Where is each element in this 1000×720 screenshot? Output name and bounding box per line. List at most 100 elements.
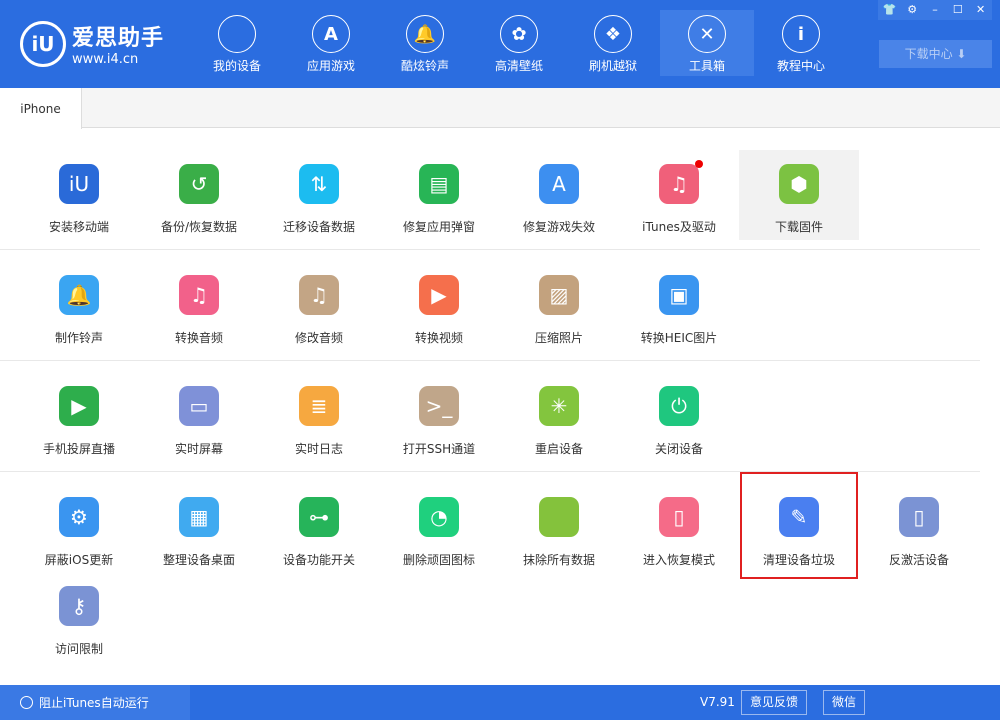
flower-icon: ✿ [500, 15, 538, 53]
tool-label: 转换音频 [174, 331, 223, 345]
tool-item[interactable]: ⚙ 屏蔽iOS更新 [19, 483, 139, 573]
tool-label: 修复应用弹窗 [402, 220, 475, 234]
nav-info[interactable]: i 教程中心 [754, 10, 848, 76]
tool-label: 进入恢复模式 [642, 553, 715, 567]
tool-icon: ♫ [299, 275, 339, 315]
tool-label: 实时屏幕 [174, 442, 223, 456]
tool-icon: ✳ [539, 386, 579, 426]
info-icon: i [782, 15, 820, 53]
tool-item[interactable]: ♫ 转换音频 [139, 261, 259, 351]
tool-item[interactable]: ▭ 实时屏幕 [139, 372, 259, 462]
tool-label: 关闭设备 [654, 442, 703, 456]
tool-label: 抹除所有数据 [522, 553, 595, 567]
tool-icon: ⊶ [299, 497, 339, 537]
tool-item[interactable]: 🔔 制作铃声 [19, 261, 139, 351]
download-center-button[interactable]: 下载中心 ⬇ [879, 40, 992, 68]
selection-highlight [740, 472, 858, 579]
settings-button[interactable]: ⚙ [901, 0, 924, 20]
tool-item[interactable]: ▯ 反激活设备 [859, 483, 979, 573]
app-store-icon: A [312, 15, 350, 53]
nav-label: 高清壁纸 [494, 59, 543, 73]
tool-item[interactable]: ▶ 手机投屏直播 [19, 372, 139, 462]
status-bar: 阻止iTunes自动运行 V7.91 意见反馈 微信 [0, 685, 1000, 720]
tool-item[interactable]: ⚷ 访问限制 [19, 572, 139, 662]
tool-icon: ♫ [659, 160, 703, 204]
nav-label: 工具箱 [688, 59, 725, 73]
nav-bell[interactable]: 🔔 酷炫铃声 [378, 10, 472, 76]
tool-label: 备份/恢复数据 [160, 220, 238, 234]
tool-item[interactable]: ♫ iTunes及驱动 [619, 150, 739, 240]
apple-icon [218, 15, 256, 53]
radio-icon [20, 696, 33, 709]
tool-icon: ▤ [419, 164, 459, 204]
tools-icon: ✕ [688, 15, 726, 53]
tool-item[interactable]: ▶ 转换视频 [379, 261, 499, 351]
tool-icon: A [539, 164, 579, 204]
divider [0, 249, 980, 250]
tool-item[interactable]: ▤ 修复应用弹窗 [379, 150, 499, 240]
tool-item[interactable]: ✳ 重启设备 [499, 372, 619, 462]
feedback-button[interactable]: 意见反馈 [741, 690, 808, 715]
tool-icon: ◔ [419, 497, 459, 537]
nav-flower[interactable]: ✿ 高清壁纸 [472, 10, 566, 76]
block-itunes-toggle[interactable]: 阻止iTunes自动运行 [0, 685, 190, 720]
tool-icon: ▭ [179, 386, 219, 426]
tool-icon: ≣ [299, 386, 339, 426]
nav-apple[interactable]: 我的设备 [190, 10, 284, 76]
tool-item[interactable]: ⏻ 关闭设备 [619, 372, 739, 462]
tool-item[interactable]: ▯ 进入恢复模式 [619, 483, 739, 573]
maximize-button[interactable]: ☐ [946, 0, 969, 20]
tool-icon: ▶ [419, 275, 459, 315]
tab-bar: iPhone [0, 88, 1000, 129]
tool-item[interactable]: ▦ 整理设备桌面 [139, 483, 259, 573]
tool-label: 设备功能开关 [282, 553, 355, 567]
tool-item[interactable]: ◔ 删除顽固图标 [379, 483, 499, 573]
tool-item[interactable]: ≣ 实时日志 [259, 372, 379, 462]
tool-item[interactable]: ⬢ 下载固件 [739, 150, 859, 240]
tool-icon: ▣ [659, 275, 699, 315]
tool-label: 打开SSH通道 [402, 442, 476, 456]
block-itunes-label: 阻止iTunes自动运行 [39, 696, 149, 710]
nav-tools[interactable]: ✕ 工具箱 [660, 10, 754, 76]
tool-icon: ⚷ [59, 586, 99, 626]
tool-icon: ↺ [179, 164, 219, 204]
minimize-button[interactable]: – [924, 0, 947, 20]
bell-icon: 🔔 [406, 15, 444, 53]
skin-button[interactable]: 👕 [878, 0, 901, 20]
tool-item[interactable]: iU 安装移动端 [19, 150, 139, 240]
tool-label: 制作铃声 [54, 331, 103, 345]
tool-item[interactable]: ▨ 压缩照片 [499, 261, 619, 351]
notification-badge [695, 160, 703, 168]
tool-icon: ⏻ [659, 386, 699, 426]
tool-item[interactable]: >_ 打开SSH通道 [379, 372, 499, 462]
tool-item[interactable]: ⊶ 设备功能开关 [259, 483, 379, 573]
tool-label: 迁移设备数据 [282, 220, 355, 234]
tab-iphone[interactable]: iPhone [0, 88, 82, 129]
tool-icon: ⇅ [299, 164, 339, 204]
tool-label: 修复游戏失效 [522, 220, 595, 234]
nav-box[interactable]: ❖ 刷机越狱 [566, 10, 660, 76]
tool-item[interactable]: A 修复游戏失效 [499, 150, 619, 240]
window-controls: 👕 ⚙ – ☐ ✕ [878, 0, 992, 20]
tool-icon: 🔔 [59, 275, 99, 315]
tool-item[interactable]: ♫ 修改音频 [259, 261, 379, 351]
tool-label: 压缩照片 [534, 331, 583, 345]
tool-icon: iU [59, 164, 99, 204]
tool-icon [539, 497, 579, 537]
nav-app-store[interactable]: A 应用游戏 [284, 10, 378, 76]
tool-icon: ▶ [59, 386, 99, 426]
tool-label: 访问限制 [54, 642, 103, 656]
nav-label: 我的设备 [212, 59, 261, 73]
tool-item[interactable]: ↺ 备份/恢复数据 [139, 150, 259, 240]
tool-label: 实时日志 [294, 442, 343, 456]
tool-item[interactable]: 抹除所有数据 [499, 483, 619, 573]
tool-icon: ▯ [899, 497, 939, 537]
tool-item[interactable]: ⇅ 迁移设备数据 [259, 150, 379, 240]
wechat-button[interactable]: 微信 [823, 690, 866, 715]
tool-label: 安装移动端 [48, 220, 109, 234]
close-button[interactable]: ✕ [969, 0, 992, 20]
i4-logo-icon: iU [20, 20, 66, 67]
tool-item[interactable]: ▣ 转换HEIC图片 [619, 261, 739, 351]
logo: iU 爱思助手 www.i4.cn [20, 20, 164, 67]
tool-label: 反激活设备 [888, 553, 949, 567]
